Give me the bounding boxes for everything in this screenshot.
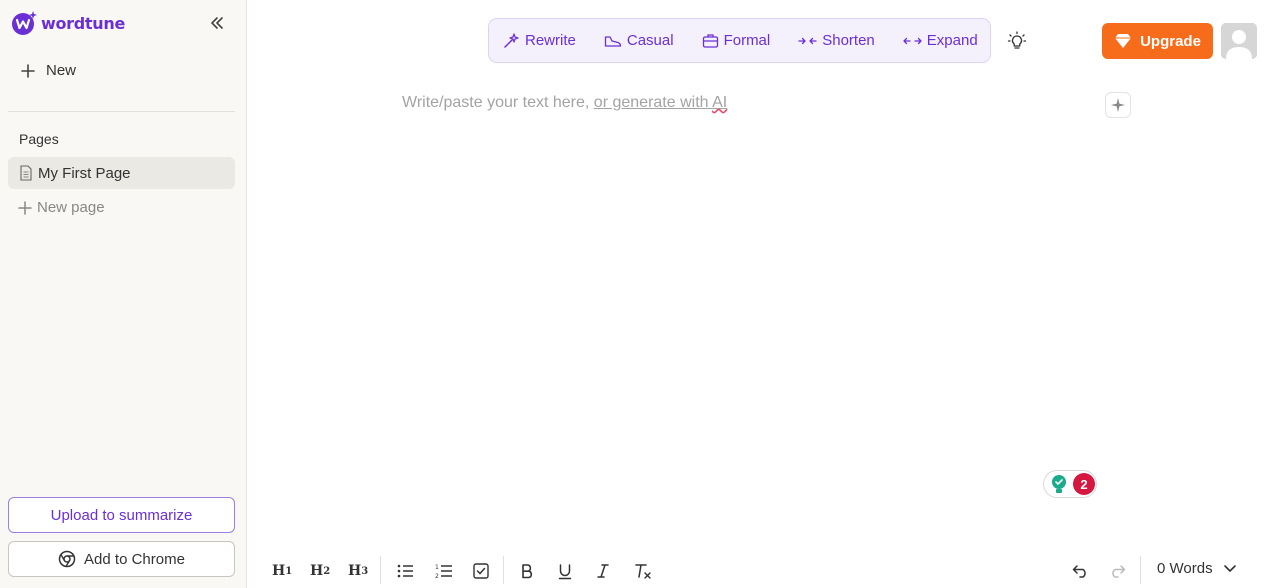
rewrite-label: Rewrite — [525, 32, 576, 49]
page-item-label: My First Page — [38, 164, 131, 182]
new-button[interactable]: New — [20, 62, 76, 79]
new-page-label: New page — [37, 199, 105, 216]
sidebar: wordtune New Pages My First Page New pag… — [0, 0, 247, 588]
sparkle-icon — [1111, 98, 1125, 112]
h3-letter: H — [348, 563, 362, 579]
formal-label: Formal — [723, 32, 771, 49]
ai-link-text: AI — [712, 94, 728, 111]
sidebar-page-item[interactable]: My First Page — [8, 157, 235, 189]
new-button-label: New — [46, 62, 77, 79]
h1-letter: H — [272, 563, 286, 579]
undo-icon — [1072, 565, 1086, 578]
redo-icon — [1112, 565, 1126, 578]
shorten-button[interactable]: Shorten — [798, 19, 875, 62]
chrome-icon — [58, 550, 76, 568]
lightbulb-button[interactable] — [1006, 30, 1028, 52]
upload-to-summarize-button[interactable]: Upload to summarize — [8, 497, 235, 533]
heading-3-button[interactable]: H3 — [348, 560, 368, 582]
generate-with-ai-link[interactable]: or generate with AI — [594, 94, 727, 111]
expand-button[interactable]: Expand — [903, 19, 978, 62]
numbered-list-button[interactable]: 1 2 — [434, 560, 453, 582]
italic-icon — [597, 564, 609, 578]
wordtune-logo-icon — [12, 11, 37, 35]
placeholder-text: Write/paste your text here, — [402, 94, 594, 111]
numbered-list-icon: 1 2 — [435, 564, 452, 580]
svg-text:2: 2 — [435, 573, 439, 580]
upgrade-label: Upgrade — [1140, 32, 1201, 50]
bold-icon — [522, 564, 533, 579]
upgrade-button[interactable]: Upgrade — [1102, 23, 1213, 59]
casual-button[interactable]: Casual — [604, 19, 674, 62]
bullet-list-button[interactable] — [396, 560, 414, 582]
add-to-chrome-button[interactable]: Add to Chrome — [8, 541, 235, 577]
bullet-list-icon — [397, 564, 413, 578]
rewrite-button[interactable]: Rewrite — [503, 19, 576, 62]
pages-heading: Pages — [19, 131, 59, 147]
format-divider — [503, 556, 504, 584]
logo-text: wordtune — [41, 13, 125, 33]
italic-button[interactable] — [596, 560, 610, 582]
logo[interactable]: wordtune — [11, 10, 125, 36]
h2-sub: 2 — [323, 565, 331, 577]
generate-link-text: or generate with — [593, 94, 713, 111]
user-avatar[interactable] — [1221, 23, 1257, 59]
rewrite-toolbar: Rewrite Casual Formal Shorten Expand — [488, 18, 991, 63]
heading-2-button[interactable]: H2 — [310, 560, 330, 582]
add-to-chrome-label: Add to Chrome — [84, 550, 185, 568]
h3-sub: 3 — [361, 565, 369, 577]
ai-sparkle-button[interactable] — [1105, 92, 1131, 118]
word-count-label: 0 Words — [1157, 560, 1213, 577]
lightbulb-icon — [1007, 31, 1027, 49]
shorten-arrows-icon — [798, 37, 817, 44]
wordtune-bulb-icon — [1052, 475, 1066, 493]
document-icon — [20, 165, 32, 181]
editor-placeholder[interactable]: Write/paste your text here, or generate … — [402, 94, 727, 112]
undo-button[interactable] — [1072, 560, 1090, 582]
double-chevron-left-icon — [211, 17, 223, 29]
h1-sub: 1 — [285, 565, 293, 577]
diamond-icon — [1115, 34, 1132, 48]
heading-1-button[interactable]: H1 — [272, 560, 292, 582]
briefcase-icon — [702, 34, 718, 48]
word-count-dropdown[interactable]: 0 Words — [1157, 560, 1237, 577]
format-divider — [380, 556, 381, 584]
casual-shoe-icon — [604, 35, 622, 47]
sparkle-wand-icon — [504, 33, 519, 48]
new-page-button[interactable]: New page — [18, 199, 105, 216]
formal-button[interactable]: Formal — [702, 19, 771, 62]
checklist-button[interactable] — [472, 560, 490, 582]
clear-format-icon — [635, 564, 651, 579]
shorten-label: Shorten — [822, 32, 875, 49]
casual-label: Casual — [626, 32, 674, 49]
grammar-suggestions-badge[interactable]: 2 — [1043, 470, 1097, 498]
redo-button[interactable] — [1108, 560, 1126, 582]
underline-icon — [558, 563, 572, 579]
svg-text:1: 1 — [435, 564, 439, 571]
expand-label: Expand — [926, 32, 978, 49]
chevron-down-icon — [1223, 565, 1236, 572]
h2-letter: H — [310, 563, 324, 579]
plus-icon — [21, 63, 35, 78]
collapse-sidebar-button[interactable] — [206, 12, 228, 34]
plus-icon — [18, 200, 32, 215]
clear-format-button[interactable] — [634, 560, 652, 582]
checkbox-icon — [473, 563, 489, 579]
format-divider — [1140, 556, 1141, 584]
bold-button[interactable] — [520, 560, 534, 582]
suggestion-count: 2 — [1073, 473, 1095, 495]
user-silhouette-icon — [1221, 23, 1257, 59]
expand-arrows-icon — [903, 37, 922, 44]
underline-button[interactable] — [557, 560, 573, 582]
sidebar-divider — [8, 111, 235, 112]
